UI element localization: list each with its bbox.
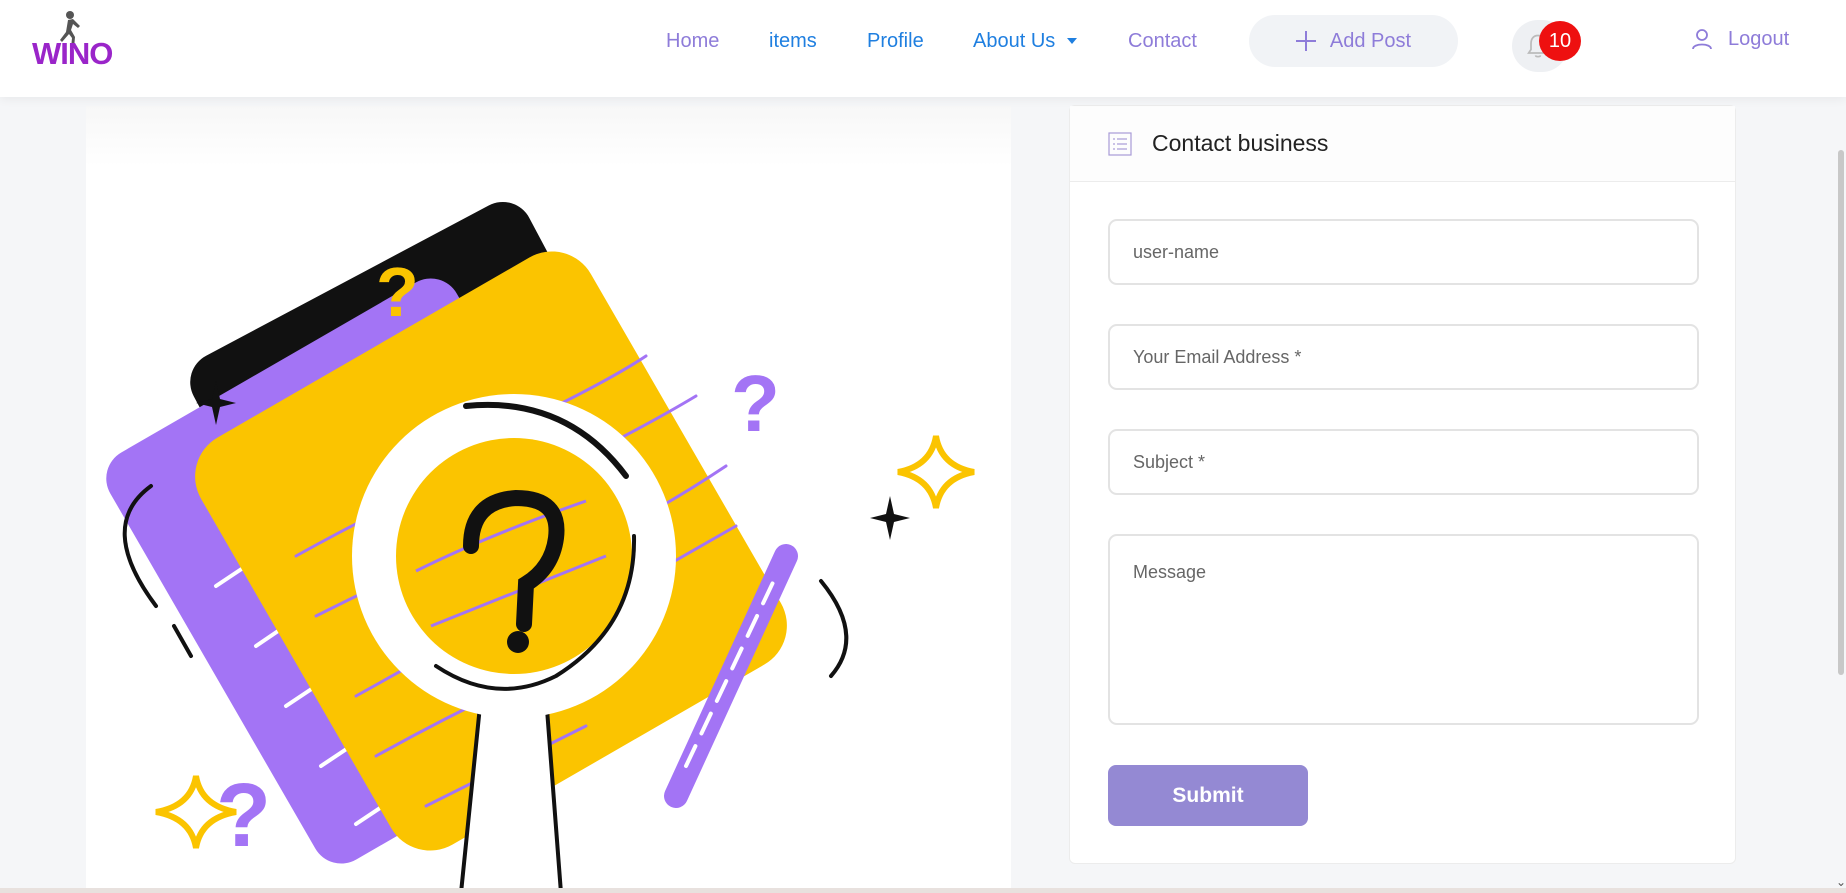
logout-button[interactable]: Logout [1690, 27, 1789, 51]
nav-items[interactable]: items [769, 29, 817, 53]
form-title: Contact business [1152, 130, 1329, 156]
nav-about-us[interactable]: About Us [973, 29, 1078, 53]
svg-text:?: ? [731, 359, 780, 448]
plus-icon [1295, 31, 1316, 51]
logo-text: WINO [32, 36, 113, 71]
nav-about-us-label: About Us [973, 30, 1056, 52]
username-input[interactable] [1108, 219, 1699, 285]
submit-button[interactable]: Submit [1108, 765, 1308, 826]
form-header: Contact business [1070, 106, 1735, 182]
scroll-down-icon[interactable]: ⌄ [1836, 875, 1846, 889]
svg-text:?: ? [376, 253, 419, 331]
add-post-label: Add Post [1329, 29, 1412, 52]
notification-count-badge: 10 [1539, 21, 1581, 61]
nav-home[interactable]: Home [666, 29, 719, 53]
message-textarea[interactable] [1108, 534, 1699, 725]
bottom-edge [0, 888, 1846, 893]
site-logo[interactable]: WINO [32, 10, 113, 71]
magnifying-glass-question-icon: ? ? ? [106, 201, 975, 893]
email-input[interactable] [1108, 324, 1699, 390]
logout-label: Logout [1728, 27, 1790, 50]
chevron-down-icon [1067, 38, 1078, 44]
subject-input[interactable] [1108, 429, 1699, 495]
illustration-panel: ? ? ? [86, 106, 1011, 893]
add-post-button[interactable]: Add Post [1249, 15, 1458, 67]
nav-contact[interactable]: Contact [1128, 29, 1197, 53]
contact-business-card: Contact business Submit [1069, 105, 1736, 864]
nav-profile[interactable]: Profile [867, 29, 924, 53]
user-icon [1692, 29, 1712, 50]
page-scrollbar[interactable] [1838, 150, 1844, 675]
list-icon [1108, 132, 1132, 156]
top-navbar: WINO Home items Profile About Us Contact… [0, 0, 1846, 97]
